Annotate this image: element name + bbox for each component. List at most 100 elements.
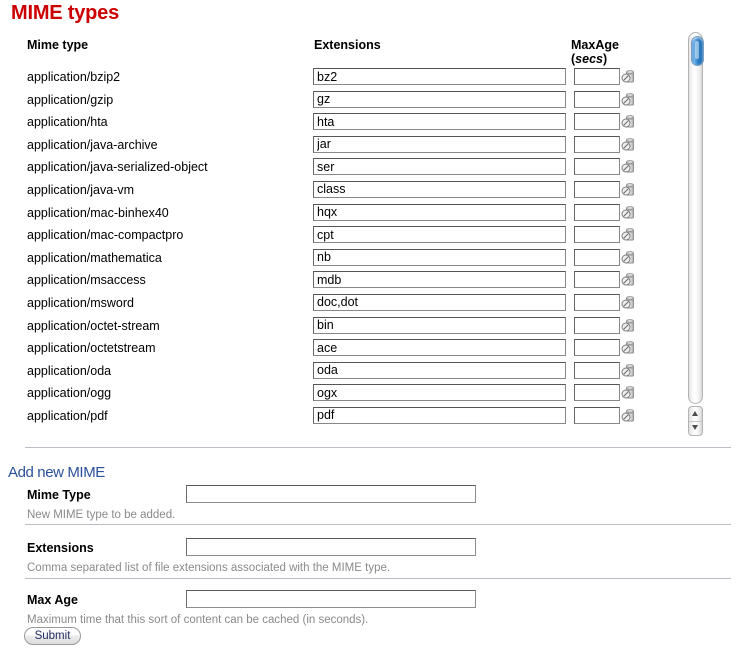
- row-extensions-input[interactable]: [313, 135, 566, 153]
- mime-rows-list: application/bzip2 application/gzip applica…: [0, 67, 680, 429]
- row-extensions-input[interactable]: [313, 113, 566, 131]
- row-extensions-input[interactable]: [313, 361, 566, 379]
- row-extensions-input[interactable]: [313, 226, 566, 244]
- max-age-description: Maximum time that this sort of content c…: [27, 614, 369, 626]
- field-divider-2: [25, 578, 731, 579]
- row-maxage-input[interactable]: [574, 226, 620, 244]
- mime-type-name: application/java-vm: [27, 182, 134, 197]
- row-extensions-input[interactable]: [313, 384, 566, 402]
- row-extensions-input[interactable]: [313, 271, 566, 289]
- arrow-up-icon: [692, 411, 698, 416]
- column-header-maxage: MaxAge (secs): [571, 38, 619, 66]
- row-extensions-input[interactable]: [313, 180, 566, 198]
- table-row: application/mac-compactpro: [0, 225, 680, 248]
- mime-type-name: application/hta: [27, 115, 108, 130]
- scrollbar-thumb[interactable]: [691, 36, 704, 66]
- scroll-down-button[interactable]: [689, 421, 702, 435]
- scroll-up-button[interactable]: [689, 407, 702, 422]
- column-header-maxage-text: MaxAge: [571, 38, 619, 52]
- table-row: application/mac-binhex40: [0, 203, 680, 226]
- mime-type-description: New MIME type to be added.: [27, 509, 176, 521]
- delete-icon[interactable]: [621, 408, 637, 423]
- mime-types-table: Mime type Extensions MaxAge (secs) appli…: [0, 32, 740, 436]
- table-row: application/mathematica: [0, 248, 680, 271]
- table-row: application/msword: [0, 293, 680, 316]
- row-maxage-input[interactable]: [574, 113, 620, 131]
- mime-type-name: application/octetstream: [27, 341, 156, 356]
- table-row: application/oda: [0, 361, 680, 384]
- delete-icon[interactable]: [621, 137, 637, 152]
- row-maxage-input[interactable]: [574, 68, 620, 85]
- delete-icon[interactable]: [621, 340, 637, 355]
- delete-icon[interactable]: [621, 114, 637, 129]
- row-maxage-input[interactable]: [574, 135, 620, 153]
- mime-type-name: application/pdf: [27, 408, 108, 423]
- table-row: application/hta: [0, 112, 680, 135]
- row-maxage-input[interactable]: [574, 271, 620, 289]
- row-maxage-input[interactable]: [574, 316, 620, 334]
- delete-icon[interactable]: [621, 250, 637, 265]
- row-maxage-input[interactable]: [574, 248, 620, 266]
- table-row: application/ogg: [0, 383, 680, 406]
- row-maxage-input[interactable]: [574, 406, 620, 424]
- delete-icon[interactable]: [621, 363, 637, 378]
- mime-type-name: application/gzip: [27, 92, 114, 107]
- delete-icon[interactable]: [621, 69, 637, 84]
- extensions-input[interactable]: [186, 538, 476, 556]
- row-maxage-input[interactable]: [574, 339, 620, 357]
- submit-button[interactable]: Submit: [24, 627, 81, 645]
- mime-type-name: application/java-archive: [27, 137, 158, 152]
- delete-icon[interactable]: [621, 205, 637, 220]
- row-extensions-input[interactable]: [313, 406, 566, 424]
- mime-type-name: application/bzip2: [27, 70, 121, 84]
- row-maxage-input[interactable]: [574, 158, 620, 176]
- row-maxage-input[interactable]: [574, 203, 620, 221]
- mime-type-name: application/ogg: [27, 386, 112, 401]
- delete-icon[interactable]: [621, 92, 637, 107]
- table-row: application/java-vm: [0, 180, 680, 203]
- row-extensions-input[interactable]: [313, 203, 566, 221]
- scrollbar-buttons: [688, 406, 703, 436]
- mime-type-name: application/msaccess: [27, 273, 146, 288]
- add-new-mime-heading: Add new MIME: [8, 464, 105, 481]
- delete-icon[interactable]: [621, 182, 637, 197]
- mime-type-name: application/oda: [27, 363, 112, 378]
- delete-icon[interactable]: [621, 295, 637, 310]
- delete-icon[interactable]: [621, 318, 637, 333]
- mime-type-name: application/java-serialized-object: [27, 160, 208, 175]
- column-header-extensions: Extensions: [314, 38, 381, 52]
- row-extensions-input[interactable]: [313, 68, 566, 85]
- row-maxage-input[interactable]: [574, 361, 620, 379]
- table-row: application/pdf: [0, 406, 680, 429]
- row-maxage-input[interactable]: [574, 90, 620, 108]
- mime-type-input[interactable]: [186, 485, 476, 503]
- delete-icon[interactable]: [621, 159, 637, 174]
- page-title: MIME types: [11, 2, 120, 24]
- row-maxage-input[interactable]: [574, 293, 620, 311]
- row-extensions-input[interactable]: [313, 90, 566, 108]
- table-row: application/octetstream: [0, 338, 680, 361]
- table-scrollbar[interactable]: [688, 32, 705, 436]
- table-row: application/octet-stream: [0, 316, 680, 339]
- column-header-mime-type: Mime type: [27, 38, 89, 52]
- delete-icon[interactable]: [621, 272, 637, 287]
- field-divider-1: [25, 524, 731, 525]
- row-extensions-input[interactable]: [313, 248, 566, 266]
- scrollbar-track[interactable]: [688, 32, 704, 404]
- delete-icon[interactable]: [621, 385, 637, 400]
- row-maxage-input[interactable]: [574, 180, 620, 198]
- row-maxage-input[interactable]: [574, 384, 620, 402]
- mime-type-name: application/octet-stream: [27, 318, 160, 333]
- mime-type-name: application/mathematica: [27, 250, 162, 265]
- mime-type-label: Mime Type: [27, 488, 91, 502]
- row-extensions-input[interactable]: [313, 293, 566, 311]
- delete-icon[interactable]: [621, 227, 637, 242]
- mime-type-name: application/msword: [27, 295, 134, 310]
- column-header-maxage-unit: (secs): [571, 52, 608, 66]
- row-extensions-input[interactable]: [313, 158, 566, 176]
- extensions-label: Extensions: [27, 541, 94, 555]
- row-extensions-input[interactable]: [313, 316, 566, 334]
- extensions-description: Comma separated list of file extensions …: [27, 562, 391, 574]
- row-extensions-input[interactable]: [313, 339, 566, 357]
- max-age-input[interactable]: [186, 590, 476, 608]
